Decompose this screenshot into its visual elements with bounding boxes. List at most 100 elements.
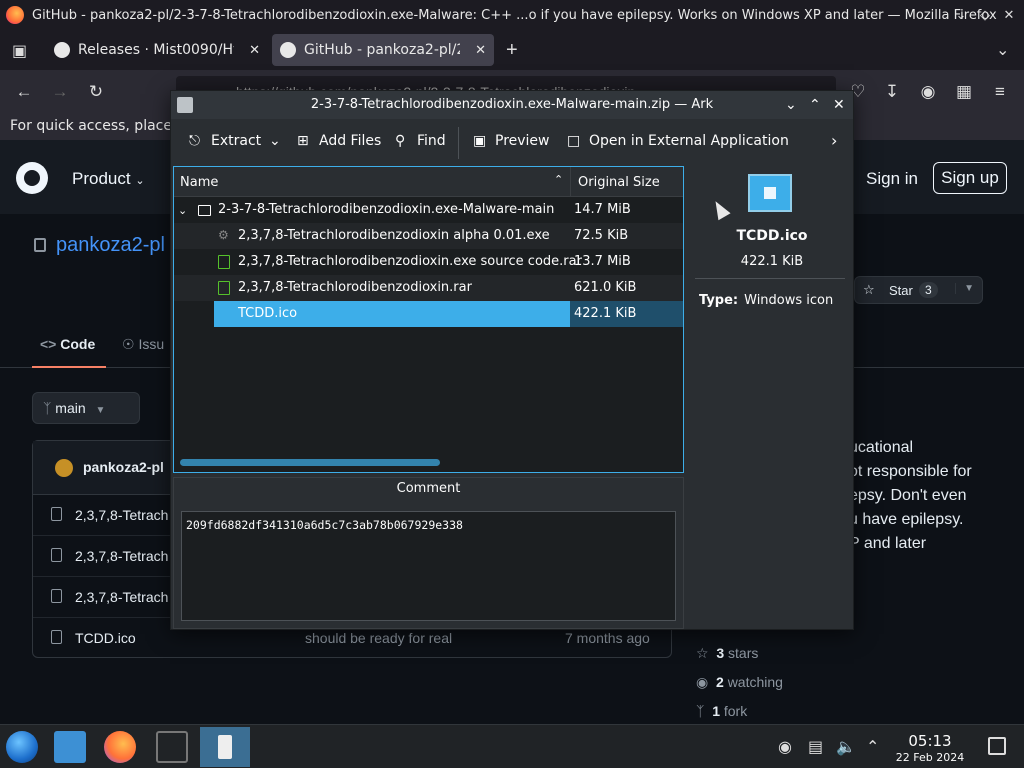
minimize-icon[interactable]: ⌄ xyxy=(952,6,970,24)
browser-titlebar: GitHub - pankoza2-pl/2-3-7-8-Tetrachloro… xyxy=(0,0,1024,30)
downloads-icon[interactable]: ↧ xyxy=(882,82,902,102)
archive-file-icon xyxy=(218,281,230,295)
comment-textarea[interactable]: 209fd6882df341310a6d5c7c3ab78b067929e338 xyxy=(181,511,676,621)
commit-author[interactable]: pankoza2-pl xyxy=(83,459,164,475)
tab-overview-icon[interactable]: ▣ xyxy=(12,41,27,61)
github-favicon-icon xyxy=(54,42,70,58)
search-icon: ⚲ xyxy=(395,133,406,149)
start-menu-icon[interactable] xyxy=(6,731,38,763)
file-icon xyxy=(51,630,62,644)
star-button[interactable]: ☆ Star 3 ▼ xyxy=(854,276,983,304)
preview-button[interactable]: ▣ Preview xyxy=(473,133,550,149)
add-files-icon: ⊞ xyxy=(297,133,309,149)
firefox-taskbar-icon[interactable] xyxy=(104,731,136,763)
tray-expand-icon[interactable]: ⌃ xyxy=(866,737,879,757)
stars-stat[interactable]: ☆ 3 stars xyxy=(696,645,758,662)
tree-row-file[interactable]: ⚙ 2,3,7,8-Tetrachlorodibenzodioxin alpha… xyxy=(174,223,683,249)
sort-ascending-icon[interactable]: ⌃ xyxy=(554,173,563,186)
tab-issues[interactable]: ☉ Issu xyxy=(122,336,164,353)
taskbar: ◉ ▤ 🔈 ⌃ 05:13 22 Feb 2024 xyxy=(0,724,1024,768)
toolbar-overflow-icon[interactable]: › xyxy=(831,131,837,150)
column-name[interactable]: Name xyxy=(180,175,218,190)
clock-date[interactable]: 22 Feb 2024 xyxy=(890,751,970,764)
new-tab-icon[interactable]: + xyxy=(506,39,518,62)
sign-in-link[interactable]: Sign in xyxy=(866,169,918,189)
window-title: GitHub - pankoza2-pl/2-3-7-8-Tetrachloro… xyxy=(32,7,997,23)
ark-taskbar-icon[interactable] xyxy=(200,727,250,767)
forward-icon[interactable]: → xyxy=(50,82,70,102)
tree-row-file[interactable]: 2,3,7,8-Tetrachlorodibenzodioxin.rar 621… xyxy=(174,275,683,301)
maximize-icon[interactable]: ⌃ xyxy=(809,91,821,119)
forks-stat[interactable]: ᛉ 1 fork xyxy=(696,703,747,719)
column-original-size[interactable]: Original Size xyxy=(578,175,660,190)
menu-icon[interactable]: ≡ xyxy=(990,82,1010,102)
folder-icon xyxy=(198,205,211,216)
tree-row-file[interactable]: 2,3,7,8-Tetrachlorodibenzodioxin.exe sou… xyxy=(174,249,683,275)
find-button[interactable]: ⚲ Find xyxy=(395,133,446,149)
clock-time[interactable]: 05:13 xyxy=(898,732,962,750)
branch-selector[interactable]: ᛉ main ▼ xyxy=(32,392,140,424)
file-icon xyxy=(51,548,62,562)
show-desktop-icon[interactable] xyxy=(988,737,1006,755)
close-icon[interactable]: ✕ xyxy=(1000,6,1018,24)
file-icon xyxy=(51,507,62,521)
extract-menu-icon[interactable]: ⌄ xyxy=(269,133,281,149)
archive-tree[interactable]: Name ⌃ Original Size ⌄ 2-3-7-8-Tetrachlo… xyxy=(173,166,684,473)
avatar[interactable] xyxy=(55,459,73,477)
archive-file-icon xyxy=(218,255,230,269)
extract-button[interactable]: ⎋ Extract xyxy=(189,133,261,149)
ark-titlebar: 2-3-7-8-Tetrachlorodibenzodioxin.exe-Mal… xyxy=(171,91,853,119)
account-icon[interactable]: ◉ xyxy=(918,82,938,102)
eye-icon: ◉ xyxy=(696,674,709,690)
repo-about: ucational ot responsible for epsy. Don't… xyxy=(849,439,972,552)
ark-window: 2-3-7-8-Tetrachlorodibenzodioxin.exe-Mal… xyxy=(170,90,854,630)
file-icon xyxy=(51,589,62,603)
volume-muted-icon[interactable]: 🔈 xyxy=(836,737,856,757)
fork-icon: ᛉ xyxy=(696,703,705,719)
star-icon: ☆ xyxy=(696,645,709,661)
ark-toolbar: ⎋ Extract ⌄ ⊞ Add Files ⚲ Find ▣ Preview □ Op… xyxy=(171,119,853,165)
executable-icon: ⚙ xyxy=(218,228,229,242)
star-icon: ☆ xyxy=(863,282,875,297)
tab-releases[interactable]: Releases · Mist0090/Hyd ✕ xyxy=(46,34,268,66)
list-all-tabs-icon[interactable]: ⌄ xyxy=(996,40,1009,60)
github-logo-icon[interactable] xyxy=(16,162,48,194)
tree-row-folder[interactable]: ⌄ 2-3-7-8-Tetrachlorodibenzodioxin.exe-M… xyxy=(174,197,683,223)
maximize-icon[interactable]: ◇ xyxy=(976,6,994,24)
details-type: Type: Windows icon xyxy=(699,293,834,308)
expand-chevron-icon[interactable]: ⌄ xyxy=(178,204,187,217)
add-files-button[interactable]: ⊞ Add Files xyxy=(297,133,381,149)
repo-owner-link[interactable]: pankoza2-pl xyxy=(56,234,165,257)
chevron-down-icon[interactable]: ▼ xyxy=(955,283,974,294)
extensions-icon[interactable]: ▦ xyxy=(954,82,974,102)
clipboard-icon[interactable]: ▤ xyxy=(808,737,823,757)
star-count: 3 xyxy=(919,282,938,298)
tree-header: Name ⌃ Original Size xyxy=(174,167,683,197)
tree-row-selected[interactable]: TCDD.ico 422.1 KiB xyxy=(174,301,683,327)
close-icon[interactable]: ✕ xyxy=(833,91,845,119)
back-icon[interactable]: ← xyxy=(14,82,34,102)
document-icon: □ xyxy=(567,133,581,149)
tab-close-icon[interactable]: ✕ xyxy=(249,43,260,58)
system-settings-icon[interactable] xyxy=(156,731,188,763)
preview-icon: ▣ xyxy=(473,133,487,149)
details-filename: TCDD.ico xyxy=(736,228,808,244)
ark-app-icon xyxy=(177,97,193,113)
branch-icon: ᛉ xyxy=(43,400,52,416)
minimize-icon[interactable]: ⌄ xyxy=(785,91,797,119)
nav-product[interactable]: Product ⌄ xyxy=(72,169,145,189)
watching-stat[interactable]: ◉ 2 watching xyxy=(696,674,783,691)
network-icon[interactable]: ◉ xyxy=(778,737,792,757)
tab-github-repo[interactable]: GitHub - pankoza2-pl/2-3 ✕ xyxy=(272,34,494,66)
reload-icon[interactable]: ↻ xyxy=(86,82,106,102)
firefox-logo-icon xyxy=(6,6,24,24)
extract-icon: ⎋ xyxy=(189,133,201,149)
tab-code[interactable]: <> Code xyxy=(32,330,106,368)
horizontal-scrollbar[interactable] xyxy=(180,459,440,466)
comment-label: Comment xyxy=(396,481,461,496)
windows-icon-file-icon xyxy=(748,174,792,212)
file-manager-icon[interactable] xyxy=(54,731,86,763)
sign-up-button[interactable]: Sign up xyxy=(933,162,1007,194)
tab-close-icon[interactable]: ✕ xyxy=(475,43,486,58)
open-external-button[interactable]: □ Open in External Application xyxy=(567,133,789,149)
